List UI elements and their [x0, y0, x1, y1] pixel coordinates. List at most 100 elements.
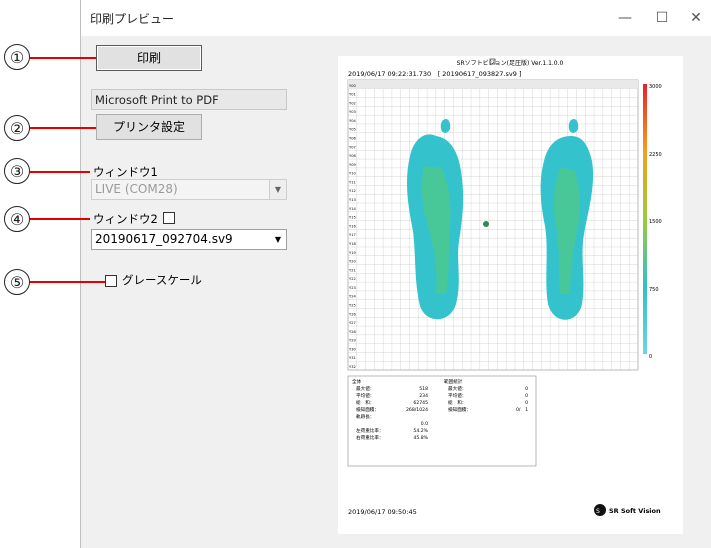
window1-value: LIVE (COM28) — [95, 182, 178, 196]
stats-right-label: 検知面積： — [448, 406, 471, 413]
grid-row-label: Y17 — [349, 233, 356, 237]
grayscale-checkbox[interactable] — [105, 275, 117, 287]
grid-row-label: Y09 — [349, 163, 356, 167]
stats-left-label: 総 和： — [356, 399, 374, 406]
maximize-button[interactable]: ☐ — [650, 8, 674, 28]
grid-row-label: Y21 — [349, 268, 356, 272]
stats-left-label: 右荷重比率： — [356, 434, 384, 441]
stats-left-value: 234 — [419, 393, 428, 399]
stats-right-value: 0 — [525, 400, 528, 406]
grid-row-label: Y14 — [349, 207, 356, 211]
callout-1-line — [30, 57, 96, 59]
printer-settings-button[interactable]: プリンタ設定 — [96, 114, 202, 140]
stats-left-label: 最大値： — [356, 385, 374, 392]
grid-row-label: Y23 — [349, 286, 356, 290]
grid-frame — [347, 79, 639, 371]
callout-1: ① — [4, 44, 30, 70]
grid-row-label: Y10 — [349, 172, 356, 176]
stats-left-label: 検知面積： — [356, 406, 379, 413]
callout-2: ② — [4, 115, 30, 141]
window2-checkbox[interactable] — [163, 212, 175, 224]
grid-row-label: Y22 — [349, 277, 356, 281]
grayscale-label: グレースケール — [122, 273, 202, 287]
scale-label-2250: 2250 — [649, 152, 662, 158]
grid-row-label: Y07 — [349, 145, 356, 149]
stats-left-value: 62745 — [413, 400, 428, 406]
footer-date: 2019/06/17 09:50:45 — [348, 508, 417, 516]
preview-page: SRソフトビジョン(足圧版) Ver.1.1.0.0 2019/06/17 09… — [338, 56, 683, 534]
close-button[interactable]: ✕ — [684, 8, 708, 28]
grid-row-label: Y11 — [349, 180, 356, 184]
grid-row-label: Y01 — [349, 93, 356, 97]
window1-label: ウィンドウ1 — [93, 165, 158, 179]
grid-row-label: Y08 — [349, 154, 356, 158]
grid-row-label: Y30 — [349, 347, 356, 351]
callout-3: ③ — [4, 158, 30, 184]
grid-row-label: Y29 — [349, 339, 356, 343]
grid-row-label: Y13 — [349, 198, 356, 202]
grid-row-label: Y06 — [349, 137, 356, 141]
grid-row-label: Y20 — [349, 260, 356, 264]
window2-label: ウィンドウ2 — [93, 212, 158, 226]
stats-right-value: 0 — [525, 393, 528, 399]
grid-row-label: Y31 — [349, 356, 356, 360]
stats-left-value: 54.2% — [413, 428, 428, 434]
callout-3-line — [30, 171, 90, 173]
window1-select[interactable]: LIVE (COM28) ▼ — [91, 179, 287, 200]
grid-row-label: Y24 — [349, 295, 356, 299]
stats-box — [347, 375, 537, 467]
callout-4-line — [30, 218, 90, 220]
printer-name-field: Microsoft Print to PDF — [91, 89, 287, 110]
stats-left-value: 518 — [419, 386, 428, 392]
grid-header-row — [348, 80, 638, 89]
print-button[interactable]: 印刷 — [96, 45, 202, 71]
center-of-pressure-marker — [483, 221, 489, 227]
scale-label-1500: 1500 — [649, 219, 662, 225]
grid-row-label: Y32 — [349, 365, 356, 369]
callout-2-line — [30, 127, 96, 129]
stats-right-value: 0/ 1 — [516, 407, 528, 413]
scale-label-0: 0 — [649, 354, 652, 360]
stats-right-value: 0 — [525, 386, 528, 392]
stats-right-label: 総 和： — [448, 399, 466, 406]
stats-left-label: 左荷重比率： — [356, 427, 384, 434]
callout-5: ⑤ — [4, 269, 30, 295]
stats-left-title: 全体 — [352, 378, 362, 385]
title-bar: 印刷プレビュー — ☐ ✕ — [81, 0, 711, 36]
grid-row-label: Y00 — [349, 84, 356, 88]
logo-text: SR Soft Vision — [609, 507, 661, 515]
minimize-button[interactable]: — — [613, 8, 637, 28]
scale-label-750: 750 — [649, 287, 659, 293]
stats-right-label: 最大値： — [448, 385, 466, 392]
stats-left-value: 268/1024 — [406, 407, 428, 413]
callout-4: ④ — [4, 206, 30, 232]
grid-row-label: Y26 — [349, 312, 356, 316]
pressure-grid — [347, 79, 639, 371]
stats-left-value: 0.0 — [421, 421, 428, 427]
grid-row-label: Y25 — [349, 303, 356, 307]
color-scale-bar — [643, 84, 647, 354]
grid-row-label: Y15 — [349, 216, 356, 220]
grid-row-label: Y05 — [349, 128, 356, 132]
grid-row-label: Y16 — [349, 224, 356, 228]
stats-left-label: 軌跡長： — [356, 413, 374, 420]
preview-timestamp: 2019/06/17 09:22:31.730 [ 20190617_09382… — [348, 70, 521, 78]
scale-label-max: 3000 — [649, 84, 662, 90]
stats-right-label: 平均値： — [448, 392, 466, 399]
grid-row-label: Y03 — [349, 110, 356, 114]
stats-left-label: 平均値： — [356, 392, 374, 399]
window2-select[interactable]: 20190617_092704.sv9 ▼ — [91, 229, 287, 250]
settings-panel: 印刷 Microsoft Print to PDF プリンタ設定 ウィンドウ1 … — [81, 36, 289, 548]
grid-row-label: Y19 — [349, 251, 356, 255]
callout-5-line — [30, 281, 105, 283]
window2-value: 20190617_092704.sv9 — [95, 232, 233, 246]
window-title: 印刷プレビュー — [90, 12, 175, 26]
grid-row-label: Y28 — [349, 330, 356, 334]
preview-header: SRソフトビジョン(足圧版) Ver.1.1.0.0 — [457, 59, 564, 67]
chevron-down-icon: ▼ — [270, 230, 286, 249]
grid-row-label: Y12 — [349, 189, 356, 193]
stats-left-value: 45.8% — [413, 435, 428, 441]
stats-right-title: 範囲統計 — [444, 378, 463, 385]
sr-logo-mark: S — [596, 508, 600, 515]
chevron-down-icon: ▼ — [269, 180, 286, 199]
